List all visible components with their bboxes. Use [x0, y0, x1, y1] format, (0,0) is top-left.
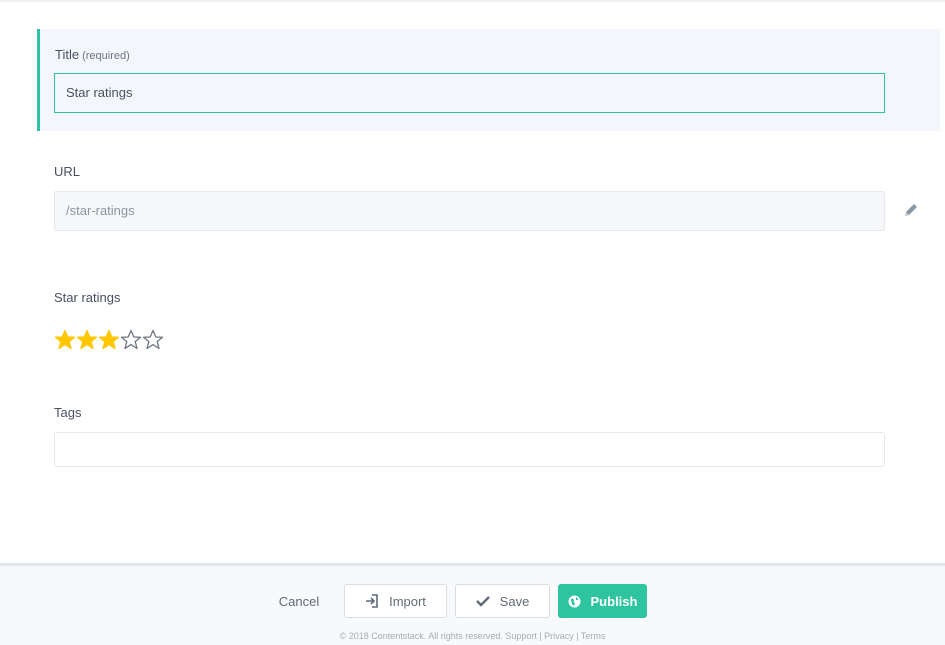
- copyright-text: © 2018 Contentstack. All rights reserved…: [339, 631, 606, 641]
- save-label: Save: [499, 593, 530, 609]
- publish-label: Publish: [590, 593, 638, 609]
- star-rating-widget[interactable]: [54, 329, 164, 351]
- import-icon: [366, 594, 378, 608]
- globe-icon: [568, 595, 581, 607]
- pencil-icon[interactable]: [902, 201, 920, 219]
- import-label: Import: [389, 593, 426, 609]
- publish-button[interactable]: Publish: [558, 584, 647, 618]
- check-icon: [475, 596, 490, 607]
- footer-action-bar: Cancel Import Save Publish © 2018 Conten…: [0, 563, 945, 645]
- star-filled-icon[interactable]: [54, 329, 76, 351]
- star-ratings-label: Star ratings: [54, 290, 121, 305]
- title-label: Title (required): [55, 47, 130, 62]
- star-filled-icon[interactable]: [76, 329, 98, 351]
- cancel-button[interactable]: Cancel: [270, 584, 328, 618]
- top-divider: [0, 0, 945, 2]
- url-input[interactable]: /star-ratings: [54, 191, 885, 231]
- title-input[interactable]: Star ratings: [54, 73, 885, 113]
- title-field-block: Title (required) Star ratings: [37, 29, 940, 131]
- title-label-text: Title: [55, 47, 80, 62]
- star-empty-icon[interactable]: [120, 329, 142, 351]
- star-empty-icon[interactable]: [142, 329, 164, 351]
- required-hint: (required): [82, 50, 130, 62]
- tags-input[interactable]: [54, 432, 885, 467]
- import-button[interactable]: Import: [344, 584, 447, 618]
- star-filled-icon[interactable]: [98, 329, 120, 351]
- tags-label: Tags: [54, 405, 82, 420]
- save-button[interactable]: Save: [455, 584, 550, 618]
- url-label: URL: [54, 164, 81, 179]
